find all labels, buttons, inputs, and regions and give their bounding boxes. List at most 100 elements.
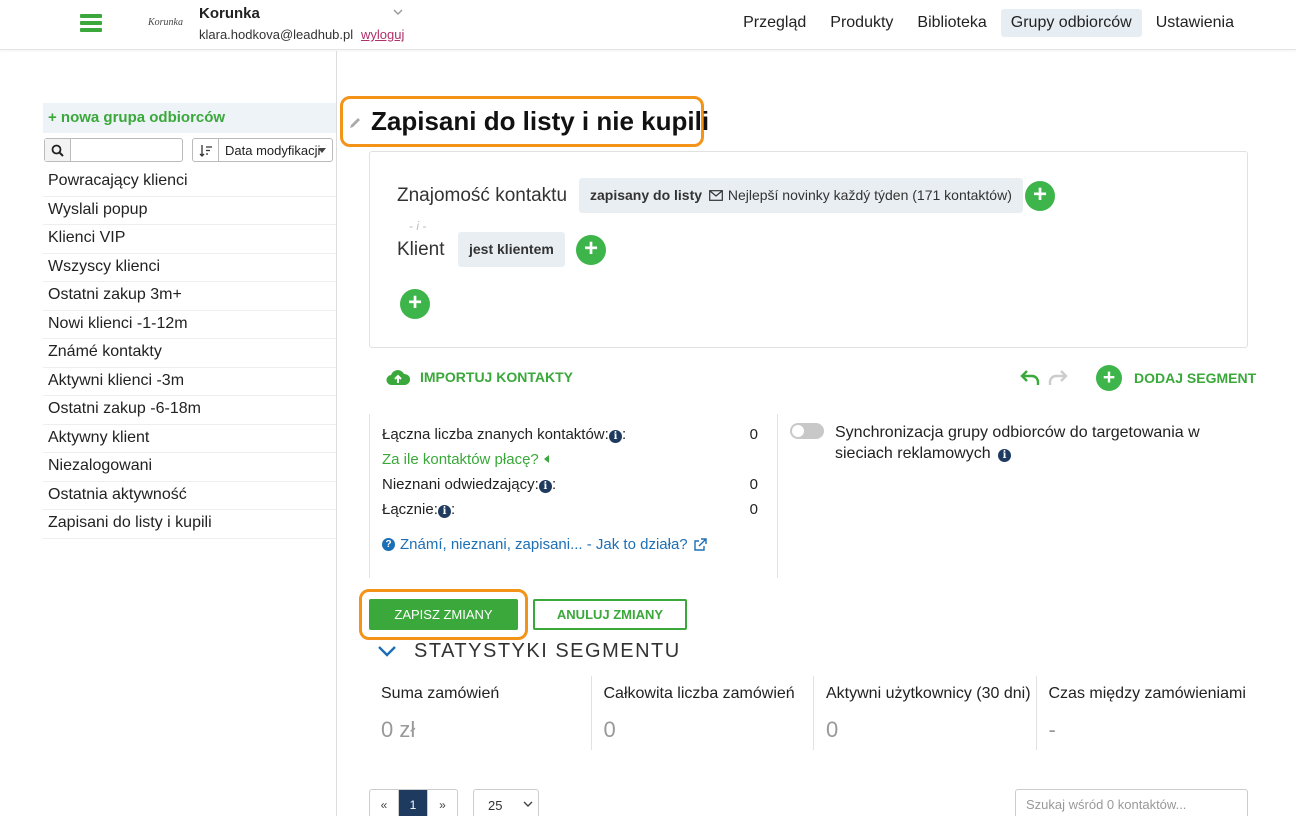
- contact-stats: Łączna liczba znanych kontaktów: i: 0 Za…: [369, 414, 778, 578]
- segment-stats-title: STATYSTYKI SEGMENTU: [414, 640, 681, 662]
- per-page-value: 25: [488, 798, 503, 813]
- pagination: « 1 »: [369, 789, 458, 816]
- metric-label: Suma zamówień: [381, 685, 500, 702]
- contact-search-input[interactable]: [1015, 789, 1248, 816]
- group-item[interactable]: Niezalogowani: [43, 453, 336, 482]
- metric-order-count: Całkowita liczba zamówień 0: [592, 676, 814, 750]
- metric-total-orders-sum: Suma zamówień 0 zł: [369, 676, 592, 750]
- help-link-text: Známí, nieznani, zapisani... - Jak to dz…: [400, 536, 688, 553]
- chevron-down-icon: [523, 801, 533, 807]
- pricing-link[interactable]: Za ile kontaktów płacę?: [382, 451, 539, 468]
- unknown-visitors-row: Nieznani odwiedzający: i: 0: [382, 476, 758, 493]
- price-link-row: Za ile kontaktów płacę?: [382, 451, 758, 468]
- group-item[interactable]: Wszyscy klienci: [43, 254, 336, 282]
- group-item[interactable]: Aktywny klient: [43, 425, 336, 453]
- help-link[interactable]: ? Známí, nieznani, zapisani... - Jak to …: [382, 536, 707, 553]
- group-item[interactable]: Powracający klienci: [43, 168, 336, 197]
- nav-library[interactable]: Biblioteka: [907, 9, 996, 37]
- group-item[interactable]: Ostatni zakup -6-18m: [43, 396, 336, 425]
- page-current[interactable]: 1: [399, 790, 428, 816]
- external-link-icon: [693, 537, 707, 551]
- per-page-select[interactable]: 25: [473, 789, 539, 816]
- total-value: 0: [749, 501, 758, 518]
- caret-left-icon[interactable]: [543, 454, 550, 464]
- and-separator: - i -: [409, 219, 427, 233]
- account-email: klara.hodkova@leadhub.pl: [199, 27, 354, 42]
- chevron-down-icon[interactable]: [378, 646, 396, 657]
- group-item[interactable]: Klienci VIP: [43, 225, 336, 254]
- group-item[interactable]: Ostatni zakup 3m+: [43, 282, 336, 311]
- brand-logo[interactable]: Korunka: [148, 17, 183, 28]
- nav-products[interactable]: Produkty: [820, 9, 903, 37]
- pencil-icon[interactable]: [348, 116, 362, 130]
- new-group-button[interactable]: + nowa grupa odbiorców: [43, 103, 336, 133]
- sync-label: Synchronizacja grupy odbiorców do target…: [835, 424, 1200, 462]
- known-contacts-row: Łączna liczba znanych kontaktów: i: 0: [382, 426, 758, 443]
- sort-icon[interactable]: [193, 139, 219, 161]
- sort-select[interactable]: Data modyfikacji: [192, 138, 333, 162]
- metric-time-between-orders: Czas między zamówieniami -: [1037, 676, 1259, 750]
- top-bar: Korunka Korunka klara.hodkova@leadhub.pl…: [0, 0, 1296, 50]
- metric-value: 0 zł: [381, 717, 416, 742]
- metric-value: 0: [603, 717, 616, 742]
- sync-description: Synchronizacja grupy odbiorców do target…: [835, 422, 1247, 464]
- info-icon[interactable]: i: [608, 430, 622, 443]
- info-icon[interactable]: i: [998, 449, 1012, 462]
- save-changes-button[interactable]: ZAPISZ ZMIANY: [369, 599, 518, 630]
- add-condition-group-button[interactable]: +: [400, 289, 430, 319]
- page-next[interactable]: »: [428, 790, 457, 816]
- add-segment-label: DODAJ SEGMENT: [1134, 370, 1257, 386]
- condition-label-customer: Klient: [397, 239, 445, 260]
- segment-stats-header[interactable]: STATYSTYKI SEGMENTU: [378, 640, 681, 663]
- plus-icon: +: [1096, 365, 1122, 391]
- group-item[interactable]: Wyslali popup: [43, 197, 336, 225]
- nav-settings[interactable]: Ustawienia: [1146, 9, 1244, 37]
- metric-label: Czas między zamówieniami: [1048, 685, 1246, 702]
- condition-label-contact-knowledge: Znajomość kontaktu: [397, 185, 568, 206]
- info-icon[interactable]: i: [438, 505, 452, 518]
- import-contacts-button[interactable]: IMPORTUJ KONTAKTY: [386, 368, 573, 386]
- redo-icon[interactable]: [1048, 368, 1068, 386]
- main-nav: Przegląd Produkty Biblioteka Grupy odbio…: [733, 9, 1244, 37]
- add-condition-or-button[interactable]: +: [1025, 181, 1055, 211]
- question-icon: ?: [382, 538, 395, 551]
- sidebar: + nowa grupa odbiorców Data modyfikacji …: [0, 51, 337, 816]
- import-contacts-label: IMPORTUJ KONTAKTY: [420, 369, 573, 385]
- group-item[interactable]: Zapisani do listy i kupili: [43, 510, 336, 539]
- metric-active-users: Aktywni użytkownicy (30 dni) 0: [814, 676, 1037, 750]
- add-condition-button[interactable]: +: [576, 235, 606, 265]
- page-title[interactable]: Zapisani do listy i nie kupili: [371, 106, 709, 137]
- cloud-upload-icon: [386, 370, 410, 386]
- total-label: Łącznie:: [382, 501, 438, 518]
- group-list: Powracający klienci Wyslali popup Klienc…: [43, 168, 336, 539]
- metric-value: 0: [826, 717, 839, 742]
- known-contacts-label: Łączna liczba znanych kontaktów:: [382, 426, 609, 443]
- metric-label: Aktywni użytkownicy (30 dni): [826, 685, 1031, 702]
- condition-chip-is-customer[interactable]: jest klientem: [458, 232, 565, 267]
- group-search[interactable]: [44, 138, 183, 162]
- search-icon[interactable]: [45, 139, 71, 161]
- chip-text: Nejlepší novinky každý týden (171 kontak…: [727, 187, 1012, 203]
- segment-metrics: Suma zamówień 0 zł Całkowita liczba zamó…: [369, 676, 1259, 750]
- logout-link[interactable]: wyloguj: [361, 27, 404, 42]
- info-icon[interactable]: i: [538, 480, 552, 493]
- nav-audience-groups[interactable]: Grupy odbiorców: [1000, 9, 1142, 37]
- condition-chip-subscribed[interactable]: zapisany do listy Nejlepší novinky každý…: [579, 178, 1023, 213]
- sync-toggle[interactable]: [790, 423, 824, 439]
- group-search-input[interactable]: [73, 141, 179, 159]
- caret-down-icon: [318, 148, 326, 153]
- nav-overview[interactable]: Przegląd: [733, 9, 816, 37]
- page-prev[interactable]: «: [370, 790, 399, 816]
- group-item[interactable]: Známé kontakty: [43, 339, 336, 368]
- chevron-down-icon[interactable]: [392, 6, 404, 18]
- cancel-changes-button[interactable]: ANULUJ ZMIANY: [533, 599, 687, 630]
- group-item[interactable]: Ostatnia aktywność: [43, 482, 336, 510]
- group-item[interactable]: Aktywni klienci -3m: [43, 368, 336, 396]
- account-name[interactable]: Korunka: [199, 5, 260, 22]
- undo-icon[interactable]: [1020, 368, 1040, 386]
- group-item[interactable]: Nowi klienci -1-12m: [43, 311, 336, 339]
- hamburger-icon[interactable]: [80, 14, 102, 32]
- sort-label: Data modyfikacji: [225, 143, 321, 158]
- add-segment-button[interactable]: + DODAJ SEGMENT: [1096, 365, 1256, 391]
- envelope-icon: [709, 190, 723, 201]
